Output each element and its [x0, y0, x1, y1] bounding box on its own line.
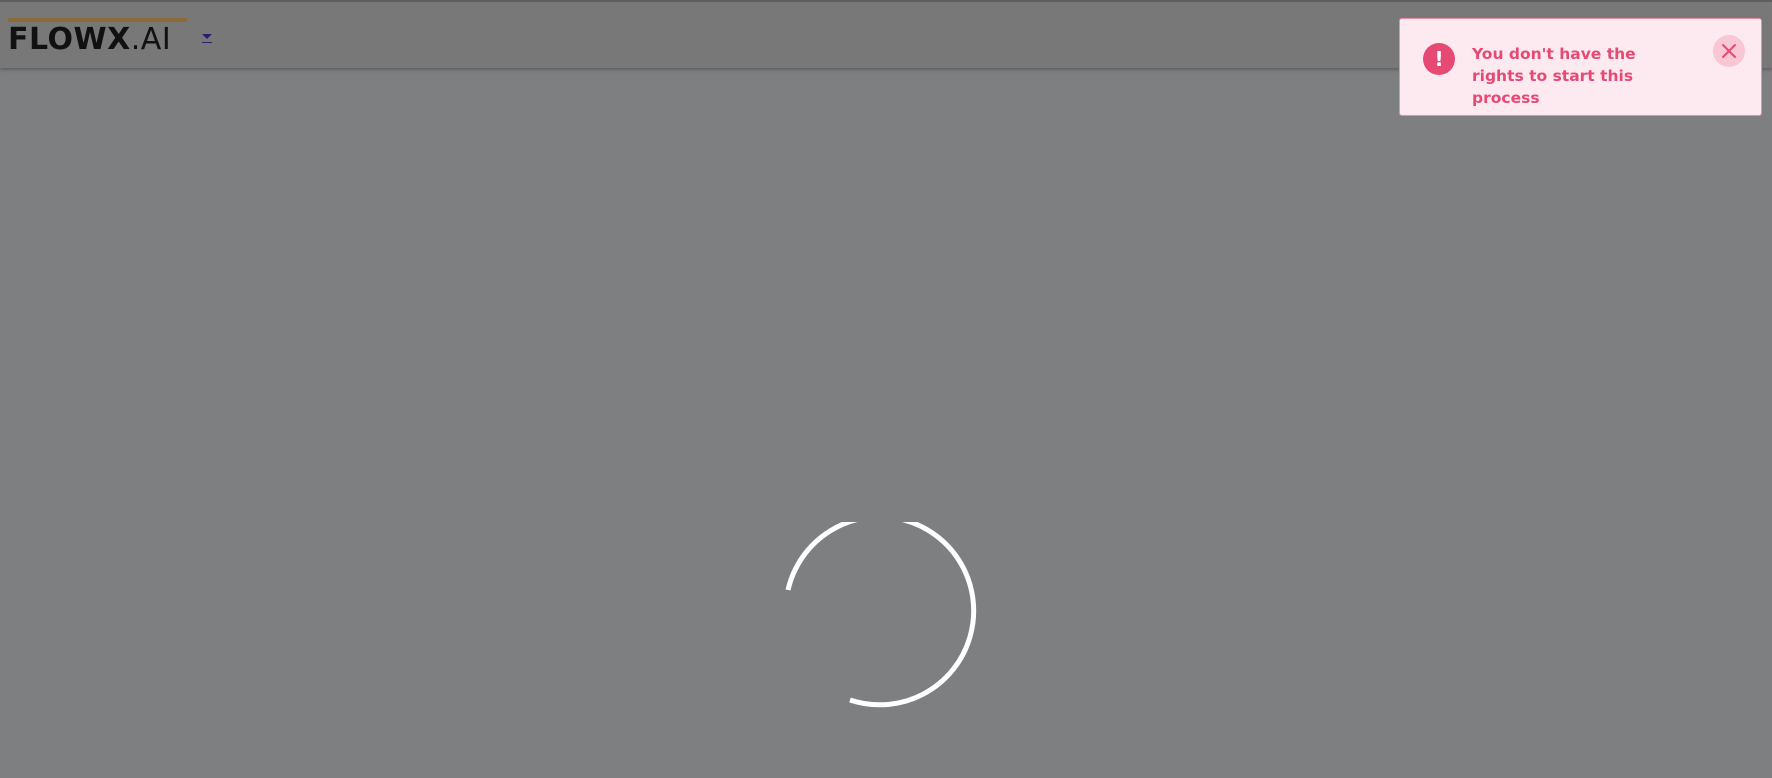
toast-close-button[interactable] — [1713, 35, 1745, 67]
logo-text-light: .AI — [130, 22, 172, 57]
error-toast: ! You don't have the rights to start thi… — [1399, 18, 1762, 116]
spinner-icon — [785, 522, 977, 708]
logo-text-strong: FLOWX — [8, 22, 131, 57]
close-icon — [1722, 44, 1736, 58]
app-switcher-dropdown[interactable] — [199, 29, 215, 45]
flowx-logo[interactable]: FLOWX.AI — [8, 18, 188, 58]
toast-message: You don't have the rights to start this … — [1472, 45, 1636, 107]
exclamation-icon: ! — [1423, 43, 1455, 75]
logo-text: FLOWX.AI — [8, 25, 171, 55]
caret-underline — [202, 42, 212, 43]
page: FLOWX.AI ! You don't have the rights to … — [0, 0, 1772, 778]
caret-down-icon — [202, 34, 212, 39]
